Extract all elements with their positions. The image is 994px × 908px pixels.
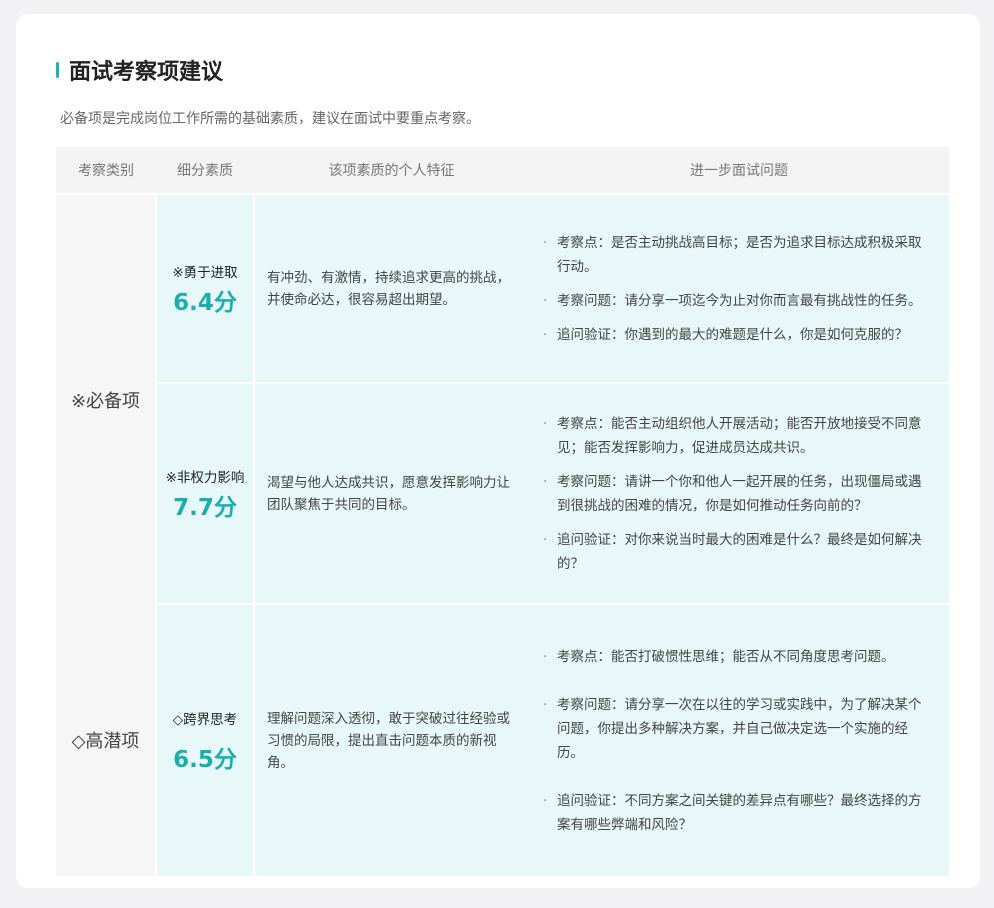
header-questions: 进一步面试问题 [529, 147, 949, 195]
section-header: 面试考察项建议 [56, 54, 223, 86]
header-quality: 细分素质 [156, 147, 254, 195]
question-item: · 考察问题：请讲一个你和他人一起开展的任务，出现僵局或遇到很挑战的困难的情况，你… [543, 473, 922, 514]
quality-cell: ◇跨界思考 6.5分 [156, 604, 255, 876]
question-item: · 追问验证：不同方案之间关键的差异点有哪些？最终选择的方案有哪些弊端和风险？ [543, 792, 922, 833]
quality-score: 6.5分 [173, 746, 237, 773]
table-row: ◇高潜项 ◇跨界思考 6.5分 理解问题深入透彻，敢于突破过往经验或习惯的局限，… [56, 604, 949, 876]
question-item: · 考察点：能否打破惯性思维；能否从不同角度思考问题。 [543, 648, 895, 665]
quality-name: ◇跨界思考 [172, 711, 238, 728]
table-row: ※非权力影响 7.7分 渴望与他人达成共识，愿意发挥影响力让团队聚焦于共同的目标… [56, 383, 949, 605]
quality-score: 7.7分 [173, 494, 237, 521]
section-subtitle: 必备项是完成岗位工作所需的基础素质，建议在面试中要重点考察。 [60, 111, 480, 127]
interview-suggestion-card: 面试考察项建议 必备项是完成岗位工作所需的基础素质，建议在面试中要重点考察。 考… [16, 14, 980, 888]
table-row: ※必备项 ※勇于进取 6.4分 有冲劲、有激情，持续追求更高的挑战，并使命必达，… [56, 194, 949, 604]
feature-text: 有冲劲、有激情，持续追求更高的挑战，并使命必达，很容易超出期望。 [254, 194, 529, 384]
header-feature: 该项素质的个人特征 [254, 147, 529, 195]
quality-name: ※非权力影响 [165, 469, 245, 486]
questions-cell: · 考察点：能否打破惯性思维；能否从不同角度思考问题。 · 考察问题：请分享一次在以… [529, 604, 949, 876]
question-item: · 追问验证：你遇到的最大的难题是什么，你是如何克服的？ [543, 326, 908, 343]
title-accent-bar [56, 62, 59, 78]
feature-text: 理解问题深入透彻，敢于突破过往经验或习惯的局限，提出直击问题本质的新视角。 [254, 604, 529, 876]
category-required: ※必备项 [56, 194, 157, 604]
category-potential: ◇高潜项 [56, 604, 157, 876]
feature-text: 渴望与他人达成共识，愿意发挥影响力让团队聚焦于共同的目标。 [254, 383, 529, 605]
question-item: · 追问验证：对你来说当时最大的困难是什么？最终是如何解决的？ [543, 531, 922, 572]
interview-table: 考察类别 细分素质 该项素质的个人特征 进一步面试问题 ※必备项 ※勇于进取 6… [56, 147, 949, 876]
quality-cell: ※非权力影响 7.7分 [156, 383, 255, 605]
questions-cell: · 考察点：能否主动组织他人开展活动；能否开放地接受不同意见；能否发挥影响力，促进… [529, 383, 949, 605]
quality-score: 6.4分 [173, 289, 237, 316]
header-category: 考察类别 [56, 147, 156, 195]
quality-name: ※勇于进取 [172, 264, 238, 281]
questions-cell: · 考察点：是否主动挑战高目标；是否为追求目标达成积极采取行动。 · 考察问题：请分… [529, 194, 949, 384]
quality-cell: ※勇于进取 6.4分 [156, 194, 255, 384]
table-header-row: 考察类别 细分素质 该项素质的个人特征 进一步面试问题 [56, 147, 949, 195]
question-item: · 考察点：是否主动挑战高目标；是否为追求目标达成积极采取行动。 [543, 234, 922, 275]
question-item: · 考察问题：请分享一项迄今为止对你而言最有挑战性的任务。 [543, 292, 922, 309]
question-item: · 考察点：能否主动组织他人开展活动；能否开放地接受不同意见；能否发挥影响力，促进… [543, 415, 922, 456]
section-title: 面试考察项建议 [69, 60, 224, 85]
question-item: · 考察问题：请分享一次在以往的学习或实践中，为了解决某个问题，你提出多种解决方案… [543, 696, 922, 761]
